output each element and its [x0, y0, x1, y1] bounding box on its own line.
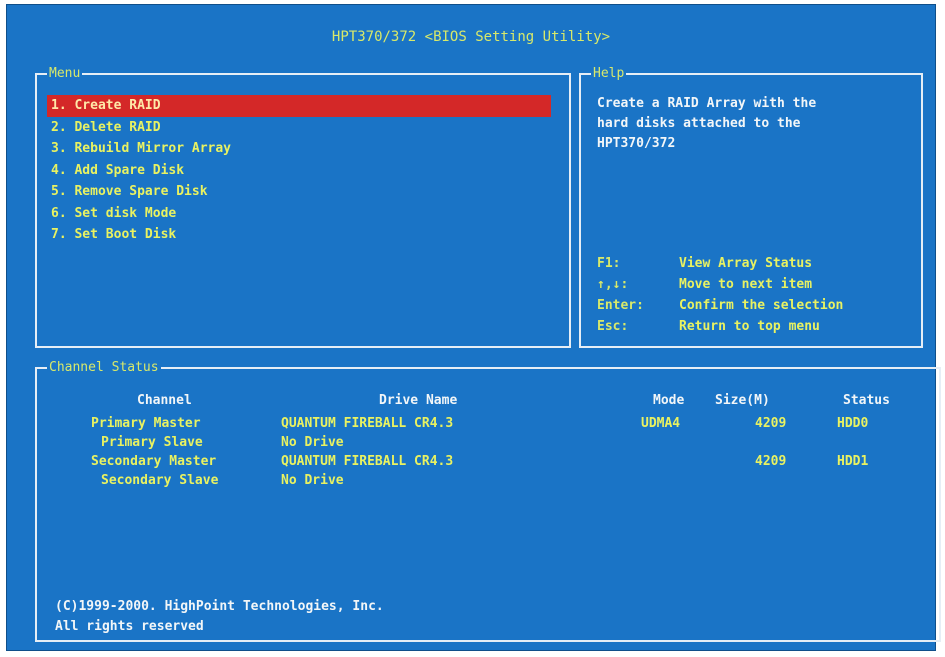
menu-item-rebuild-mirror-array[interactable]: 3. Rebuild Mirror Array [47, 138, 551, 160]
drive-status: HDD1 [837, 454, 869, 469]
drive-status: HDD0 [837, 416, 869, 431]
header-status: Status [843, 393, 890, 408]
key-legend-row: ↑,↓: Move to next item [597, 274, 843, 295]
key-arrows-desc: Move to next item [679, 277, 813, 292]
table-row: Secondary Slave No Drive [37, 471, 939, 491]
table-row: Primary Master QUANTUM FIREBALL CR4.3 UD… [37, 414, 939, 434]
help-panel: Help Create a RAID Array with the hard d… [579, 66, 923, 348]
channel-name: Secondary Master [91, 454, 217, 469]
key-legend: F1: View Array Status ↑,↓: Move to next it… [597, 253, 843, 337]
key-legend-row: Esc: Return to top menu [597, 316, 843, 337]
help-panel-label: Help [591, 66, 627, 82]
key-f1-desc: View Array Status [679, 256, 813, 271]
drive-name: QUANTUM FIREBALL CR4.3 [281, 454, 454, 469]
menu-panel-label: Menu [47, 66, 83, 82]
key-enter: Enter: [597, 298, 644, 313]
menu-item-delete-raid[interactable]: 2. Delete RAID [47, 117, 551, 139]
key-esc-desc: Return to top menu [679, 319, 820, 334]
key-enter-desc: Confirm the selection [679, 298, 844, 313]
header-drive-name: Drive Name [379, 393, 458, 408]
drive-name: No Drive [281, 473, 344, 488]
menu-item-set-disk-mode[interactable]: 6. Set disk Mode [47, 203, 551, 225]
bios-title: HPT370/372 <BIOS Setting Utility> [331, 29, 611, 45]
drive-name: No Drive [281, 435, 344, 450]
header-channel: Channel [137, 393, 192, 408]
key-esc: Esc: [597, 319, 629, 334]
help-text: Create a RAID Array with the hard disks … [597, 96, 817, 151]
channel-name: Primary Master [91, 416, 201, 431]
channel-table-header: Channel Drive Name Mode Size(M) Status [37, 391, 939, 411]
drive-mode: UDMA4 [641, 416, 681, 431]
channel-status-label: Channel Status [47, 360, 161, 376]
header-size: Size(M) [715, 393, 770, 408]
channel-name: Primary Slave [101, 435, 203, 450]
drive-size: 4209 [755, 454, 787, 469]
menu-item-remove-spare-disk[interactable]: 5. Remove Spare Disk [47, 181, 551, 203]
key-legend-row: F1: View Array Status [597, 253, 843, 274]
bios-screen: HPT370/372 <BIOS Setting Utility> Menu 1… [6, 4, 941, 651]
drive-size: 4209 [755, 416, 787, 431]
key-arrows: ↑,↓: [597, 277, 629, 292]
menu-item-add-spare-disk[interactable]: 4. Add Spare Disk [47, 160, 551, 182]
copyright-notice: (C)1999-2000. HighPoint Technologies, In… [55, 599, 384, 634]
menu-list: 1. Create RAID 2. Delete RAID 3. Rebuild… [47, 95, 551, 246]
channel-status-panel: Channel Status Channel Drive Name Mode S… [35, 360, 941, 642]
menu-panel: Menu 1. Create RAID 2. Delete RAID 3. Re… [35, 66, 571, 348]
header-mode: Mode [653, 393, 685, 408]
menu-item-create-raid[interactable]: 1. Create RAID [47, 95, 551, 117]
key-legend-row: Enter: Confirm the selection [597, 295, 843, 316]
channel-name: Secondary Slave [101, 473, 219, 488]
table-row: Secondary Master QUANTUM FIREBALL CR4.3 … [37, 452, 939, 472]
key-f1: F1: [597, 256, 621, 271]
drive-name: QUANTUM FIREBALL CR4.3 [281, 416, 454, 431]
table-row: Primary Slave No Drive [37, 433, 939, 453]
menu-item-set-boot-disk[interactable]: 7. Set Boot Disk [47, 224, 551, 246]
